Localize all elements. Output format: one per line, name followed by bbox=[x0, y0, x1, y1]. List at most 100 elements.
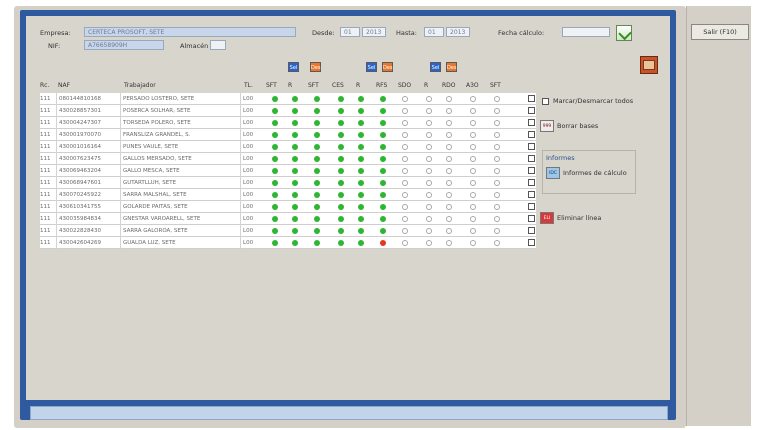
status-green-indicator[interactable] bbox=[338, 204, 344, 210]
table-row[interactable]: 111 430069463204 GALLO MESCA, SETE L00 bbox=[40, 165, 536, 177]
status-empty-indicator[interactable] bbox=[494, 96, 500, 102]
status-empty-indicator[interactable] bbox=[470, 120, 476, 126]
status-green-indicator[interactable] bbox=[272, 168, 278, 174]
status-empty-indicator[interactable] bbox=[446, 156, 452, 162]
status-empty-indicator[interactable] bbox=[426, 204, 432, 210]
status-empty-indicator[interactable] bbox=[470, 204, 476, 210]
table-row[interactable]: 111 430022828430 SARRA GALOROA, SETE L00 bbox=[40, 225, 536, 237]
hasta-month-field[interactable]: 01 bbox=[424, 27, 444, 37]
status-empty-indicator[interactable] bbox=[470, 240, 476, 246]
status-empty-indicator[interactable] bbox=[470, 96, 476, 102]
status-green-indicator[interactable] bbox=[338, 120, 344, 126]
status-green-indicator[interactable] bbox=[338, 228, 344, 234]
status-green-indicator[interactable] bbox=[380, 192, 386, 198]
row-checkbox[interactable] bbox=[528, 215, 535, 222]
status-green-indicator[interactable] bbox=[380, 132, 386, 138]
status-empty-indicator[interactable] bbox=[494, 132, 500, 138]
status-empty-indicator[interactable] bbox=[494, 168, 500, 174]
status-green-indicator[interactable] bbox=[358, 168, 364, 174]
status-green-indicator[interactable] bbox=[380, 108, 386, 114]
status-green-indicator[interactable] bbox=[358, 228, 364, 234]
status-green-indicator[interactable] bbox=[338, 144, 344, 150]
status-empty-indicator[interactable] bbox=[402, 180, 408, 186]
almacen-field[interactable] bbox=[210, 40, 226, 50]
status-green-indicator[interactable] bbox=[314, 132, 320, 138]
status-empty-indicator[interactable] bbox=[494, 192, 500, 198]
status-empty-indicator[interactable] bbox=[446, 204, 452, 210]
calendar-icon[interactable] bbox=[616, 25, 632, 41]
status-green-indicator[interactable] bbox=[338, 168, 344, 174]
status-empty-indicator[interactable] bbox=[446, 180, 452, 186]
status-empty-indicator[interactable] bbox=[446, 108, 452, 114]
status-green-indicator[interactable] bbox=[314, 204, 320, 210]
status-red-indicator[interactable] bbox=[380, 240, 386, 246]
status-green-indicator[interactable] bbox=[292, 96, 298, 102]
status-empty-indicator[interactable] bbox=[494, 156, 500, 162]
status-green-indicator[interactable] bbox=[358, 240, 364, 246]
row-checkbox[interactable] bbox=[528, 179, 535, 186]
status-green-indicator[interactable] bbox=[314, 228, 320, 234]
table-row[interactable]: 111 430610341755 GOLARDE PAITAS, SETE L00 bbox=[40, 201, 536, 213]
status-empty-indicator[interactable] bbox=[494, 108, 500, 114]
status-empty-indicator[interactable] bbox=[402, 228, 408, 234]
status-green-indicator[interactable] bbox=[292, 228, 298, 234]
row-checkbox[interactable] bbox=[528, 119, 535, 126]
status-green-indicator[interactable] bbox=[272, 204, 278, 210]
status-empty-indicator[interactable] bbox=[470, 132, 476, 138]
status-empty-indicator[interactable] bbox=[494, 216, 500, 222]
status-empty-indicator[interactable] bbox=[402, 120, 408, 126]
status-green-indicator[interactable] bbox=[338, 156, 344, 162]
status-empty-indicator[interactable] bbox=[402, 168, 408, 174]
desde-month-field[interactable]: 01 bbox=[340, 27, 360, 37]
status-green-indicator[interactable] bbox=[358, 204, 364, 210]
status-green-indicator[interactable] bbox=[292, 168, 298, 174]
status-green-indicator[interactable] bbox=[380, 180, 386, 186]
row-checkbox[interactable] bbox=[528, 155, 535, 162]
status-green-indicator[interactable] bbox=[314, 240, 320, 246]
status-green-indicator[interactable] bbox=[292, 216, 298, 222]
status-green-indicator[interactable] bbox=[338, 132, 344, 138]
table-row[interactable]: 111 430007623475 GALLOS MERSADO, SETE L00 bbox=[40, 153, 536, 165]
status-empty-indicator[interactable] bbox=[446, 240, 452, 246]
status-empty-indicator[interactable] bbox=[402, 144, 408, 150]
status-empty-indicator[interactable] bbox=[426, 156, 432, 162]
status-green-indicator[interactable] bbox=[338, 240, 344, 246]
table-row[interactable]: 111 430068947601 GUTARTLLUH, SETE L00 bbox=[40, 177, 536, 189]
exit-button[interactable]: Salir (F10) bbox=[691, 24, 749, 40]
status-empty-indicator[interactable] bbox=[470, 216, 476, 222]
nif-field[interactable]: A76658909H bbox=[84, 40, 164, 50]
status-green-indicator[interactable] bbox=[358, 108, 364, 114]
status-green-indicator[interactable] bbox=[358, 120, 364, 126]
status-green-indicator[interactable] bbox=[314, 156, 320, 162]
status-empty-indicator[interactable] bbox=[402, 216, 408, 222]
row-checkbox[interactable] bbox=[528, 239, 535, 246]
status-green-indicator[interactable] bbox=[380, 96, 386, 102]
status-green-indicator[interactable] bbox=[292, 120, 298, 126]
table-row[interactable]: 111 430042604269 GUALDA LUZ, SETE L00 bbox=[40, 237, 536, 249]
status-empty-indicator[interactable] bbox=[470, 168, 476, 174]
hasta-year-field[interactable]: 2013 bbox=[446, 27, 470, 37]
status-empty-indicator[interactable] bbox=[446, 168, 452, 174]
status-empty-indicator[interactable] bbox=[402, 132, 408, 138]
informe-calculo-button[interactable]: IDC bbox=[546, 167, 560, 179]
status-empty-indicator[interactable] bbox=[494, 180, 500, 186]
select-group1-button[interactable]: Sel bbox=[288, 62, 299, 72]
status-green-indicator[interactable] bbox=[292, 192, 298, 198]
status-empty-indicator[interactable] bbox=[426, 120, 432, 126]
status-green-indicator[interactable] bbox=[358, 132, 364, 138]
table-row[interactable]: 111 430001016164 PUNES VAULE, SETE L00 bbox=[40, 141, 536, 153]
status-empty-indicator[interactable] bbox=[402, 192, 408, 198]
status-green-indicator[interactable] bbox=[338, 192, 344, 198]
status-empty-indicator[interactable] bbox=[446, 132, 452, 138]
status-empty-indicator[interactable] bbox=[446, 228, 452, 234]
table-row[interactable]: 111 430035984834 GNESTAR VAROARELL, SETE L0… bbox=[40, 213, 536, 225]
status-green-indicator[interactable] bbox=[272, 192, 278, 198]
status-green-indicator[interactable] bbox=[338, 216, 344, 222]
status-empty-indicator[interactable] bbox=[426, 144, 432, 150]
status-empty-indicator[interactable] bbox=[470, 156, 476, 162]
status-empty-indicator[interactable] bbox=[426, 132, 432, 138]
status-empty-indicator[interactable] bbox=[402, 240, 408, 246]
status-empty-indicator[interactable] bbox=[470, 180, 476, 186]
status-empty-indicator[interactable] bbox=[446, 120, 452, 126]
status-green-indicator[interactable] bbox=[272, 120, 278, 126]
